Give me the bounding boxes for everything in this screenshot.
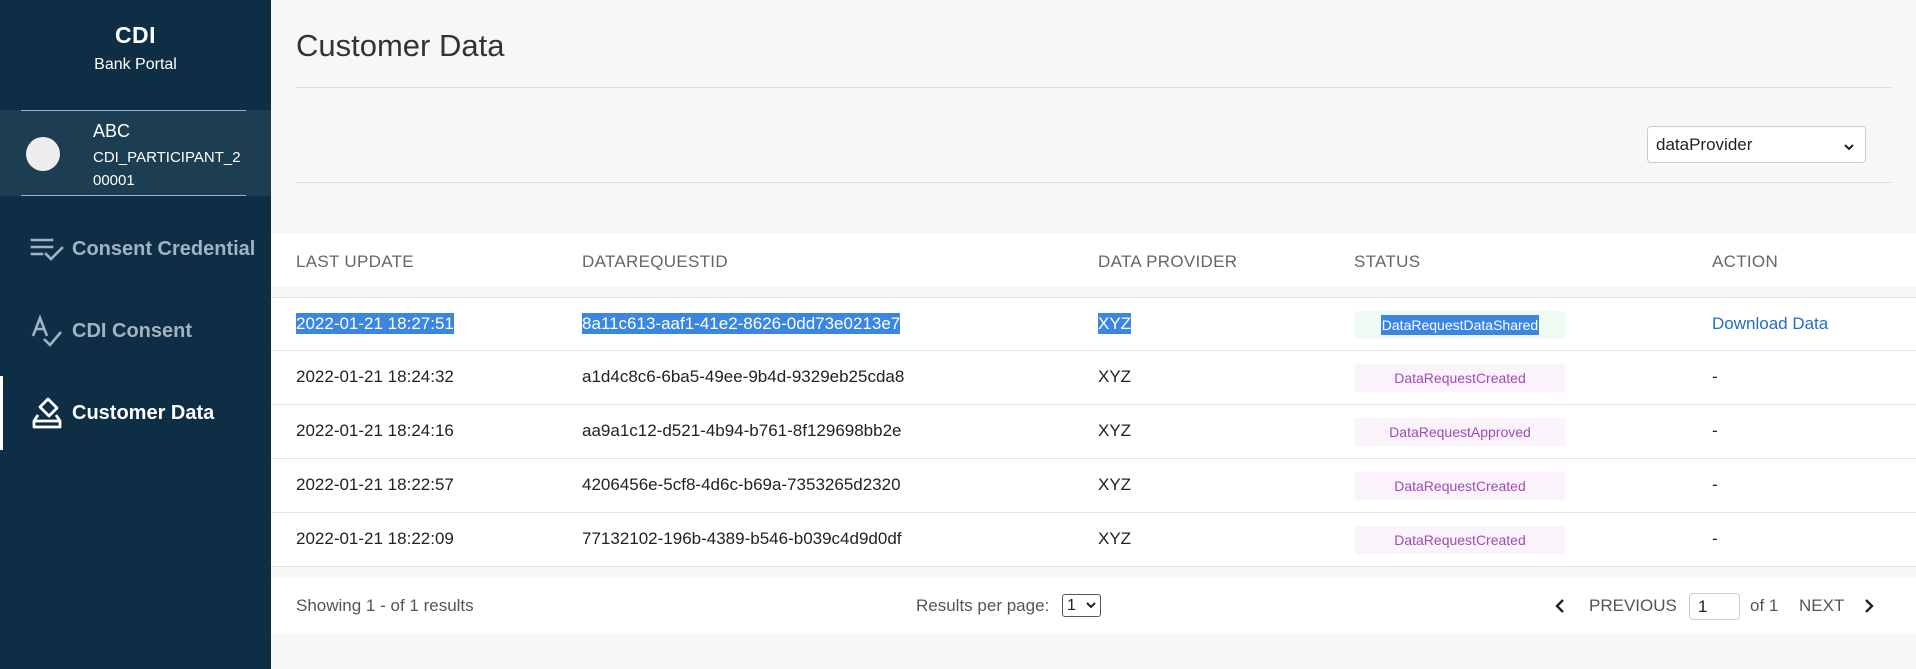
ballot-box-icon <box>30 396 64 430</box>
user-name: ABC <box>93 121 131 141</box>
next-page-button[interactable] <box>1862 598 1876 619</box>
user-card[interactable]: ABC CDI_PARTICIPANT_200001 <box>0 110 271 196</box>
provider-cell: XYZ <box>1098 313 1132 334</box>
chevron-left-icon <box>1553 599 1567 618</box>
action-cell: - <box>1712 421 1718 440</box>
column-header-status[interactable]: STATUS <box>1354 252 1420 272</box>
action-cell: - <box>1712 475 1718 494</box>
brand-title: CDI <box>114 22 157 48</box>
nav-item-customer-data[interactable]: Customer Data <box>0 372 271 454</box>
next-label[interactable]: NEXT <box>1799 596 1844 616</box>
status-badge: DataRequestCreated <box>1354 364 1566 392</box>
chevron-down-icon <box>1085 598 1097 616</box>
table-header: LAST UPDATE DATAREQUESTID DATA PROVIDER … <box>271 233 1916 287</box>
spellcheck-icon <box>30 314 64 348</box>
divider <box>296 87 1892 88</box>
download-data-link[interactable]: Download Data <box>1712 314 1828 334</box>
request-id-cell: 8a11c613-aaf1-41e2-8626-0dd73e0213e7 <box>582 313 901 334</box>
data-provider-select[interactable]: dataProvider <box>1647 126 1866 163</box>
nav-label: CDI Consent <box>72 319 192 342</box>
provider-cell: XYZ <box>1098 529 1132 548</box>
table-row[interactable]: 2022-01-21 18:24:16 aa9a1c12-d521-4b94-b… <box>271 405 1916 459</box>
results-per-page-label: Results per page: <box>916 596 1050 615</box>
column-header-data-provider[interactable]: DATA PROVIDER <box>1098 252 1237 272</box>
status-text: DataRequestDataShared <box>1380 315 1540 335</box>
divider <box>296 182 1892 183</box>
table-row[interactable]: 2022-01-21 18:24:32 a1d4c8c6-6ba5-49ee-9… <box>271 351 1916 405</box>
nav-item-consent-credential[interactable]: Consent Credential <box>0 208 271 290</box>
last-update-cell: 2022-01-21 18:24:32 <box>296 367 454 386</box>
nav-item-cdi-consent[interactable]: CDI Consent <box>0 290 271 372</box>
table-row[interactable]: 2022-01-21 18:27:51 8a11c613-aaf1-41e2-8… <box>271 297 1916 351</box>
page-number-input[interactable] <box>1689 593 1740 620</box>
last-update-cell: 2022-01-21 18:22:09 <box>296 529 454 548</box>
sidebar: CDI Bank Portal ABC CDI_PARTICIPANT_2000… <box>0 0 271 669</box>
page-count: of 1 <box>1750 596 1779 615</box>
chevron-down-icon <box>1843 138 1855 158</box>
select-value: dataProvider <box>1656 134 1753 154</box>
checklist-icon <box>30 232 64 266</box>
chevron-right-icon <box>1862 599 1876 618</box>
request-id-cell: 77132102-196b-4389-b546-b039c4d9d0df <box>582 529 902 548</box>
action-cell: - <box>1712 529 1718 548</box>
request-id-cell: a1d4c8c6-6ba5-49ee-9b4d-9329eb25cda8 <box>582 367 905 386</box>
main-content: Customer Data dataProvider LAST UPDATE D… <box>271 0 1916 669</box>
results-per-page-select[interactable]: 1 <box>1062 594 1101 617</box>
request-id-cell: 4206456e-5cf8-4d6c-b69a-7353265d2320 <box>582 475 901 494</box>
column-header-datarequestid[interactable]: DATAREQUESTID <box>582 252 728 272</box>
previous-label[interactable]: PREVIOUS <box>1589 596 1677 616</box>
participant-id: CDI_PARTICIPANT_200001 <box>93 149 241 189</box>
nav-label: Consent Credential <box>72 237 256 260</box>
divider <box>21 195 246 196</box>
last-update-cell: 2022-01-21 18:22:57 <box>296 475 454 494</box>
brand: CDI Bank Portal <box>0 0 271 110</box>
request-id-cell: aa9a1c12-d521-4b94-b761-8f129698bb2e <box>582 421 902 440</box>
provider-cell: XYZ <box>1098 367 1132 386</box>
page-title: Customer Data <box>296 28 505 63</box>
select-value: 1 <box>1067 596 1076 614</box>
status-badge: DataRequestCreated <box>1354 472 1566 500</box>
provider-cell: XYZ <box>1098 475 1132 494</box>
divider <box>21 110 246 111</box>
brand-subtitle: Bank Portal <box>94 56 177 73</box>
status-badge: DataRequestDataShared <box>1354 311 1566 339</box>
previous-page-button[interactable] <box>1553 598 1567 619</box>
pagination-bar: Showing 1 - of 1 results Results per pag… <box>271 578 1916 634</box>
provider-cell: XYZ <box>1098 421 1132 440</box>
table-row[interactable]: 2022-01-21 18:22:57 4206456e-5cf8-4d6c-b… <box>271 459 1916 513</box>
action-cell: - <box>1712 367 1718 386</box>
status-badge: DataRequestCreated <box>1354 526 1566 554</box>
table-body: 2022-01-21 18:27:51 8a11c613-aaf1-41e2-8… <box>271 297 1916 567</box>
nav-label: Customer Data <box>72 401 215 424</box>
column-header-last-update[interactable]: LAST UPDATE <box>296 252 414 272</box>
last-update-cell: 2022-01-21 18:24:16 <box>296 421 454 440</box>
column-header-action: ACTION <box>1712 252 1779 271</box>
status-badge: DataRequestApproved <box>1354 418 1566 446</box>
avatar <box>26 137 60 171</box>
last-update-cell: 2022-01-21 18:27:51 <box>296 313 454 334</box>
table-row[interactable]: 2022-01-21 18:22:09 77132102-196b-4389-b… <box>271 513 1916 567</box>
sidebar-nav: Consent Credential CDI Consent Customer … <box>0 208 271 454</box>
results-summary: Showing 1 - of 1 results <box>296 596 474 615</box>
